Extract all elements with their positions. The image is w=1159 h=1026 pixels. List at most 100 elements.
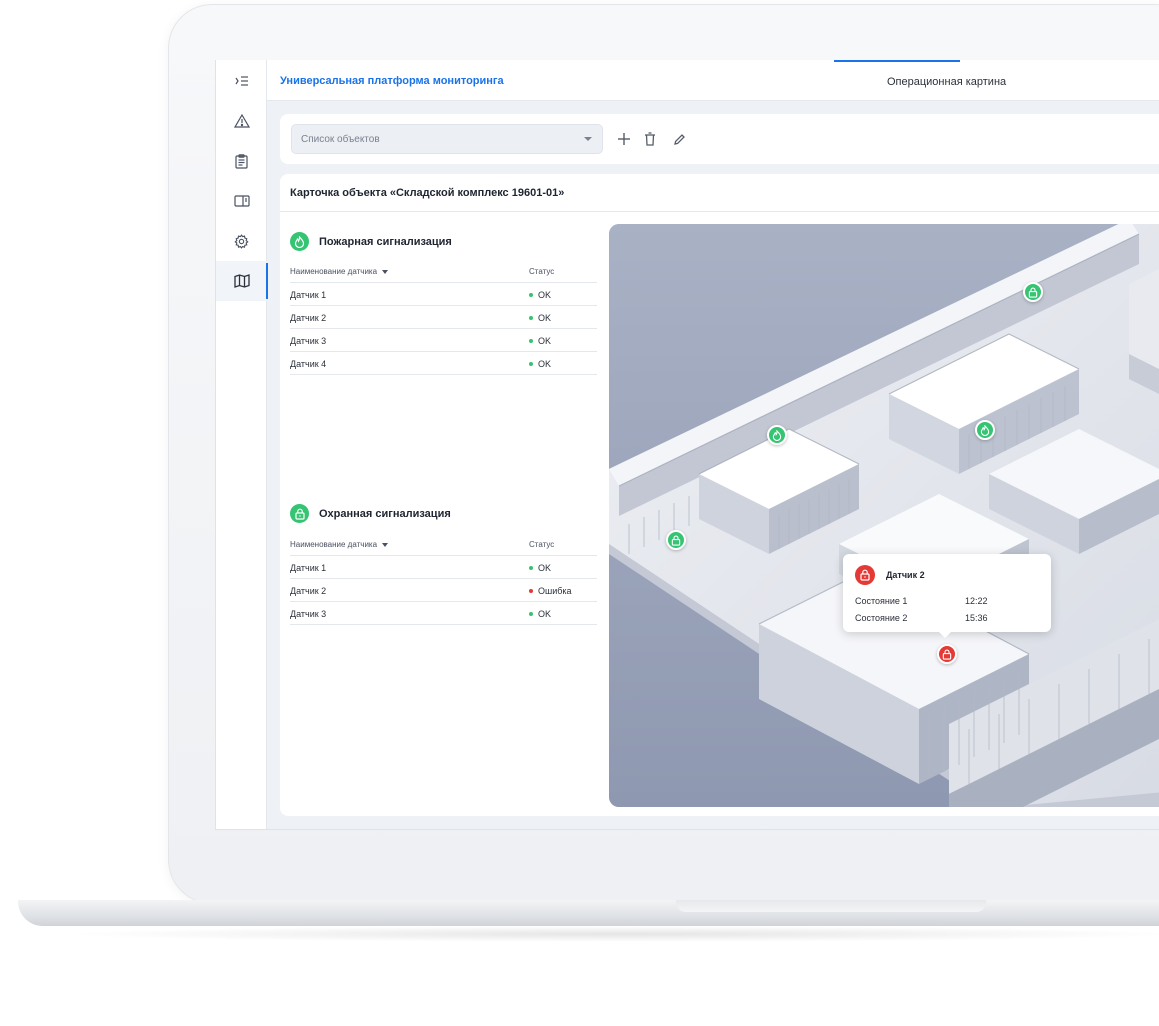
- status-text: OK: [538, 336, 552, 346]
- table-header: Наименование датчика Статус: [290, 259, 597, 283]
- sensor-name: Датчик 2: [290, 586, 327, 596]
- flame-icon: [1028, 287, 1038, 298]
- sensor-name: Датчик 2: [290, 313, 327, 323]
- fire-sensor-marker[interactable]: [975, 420, 995, 440]
- table-row[interactable]: Датчик 2 Ошибка: [290, 579, 597, 602]
- table-row[interactable]: Датчик 1 OK: [290, 283, 597, 306]
- chevron-down-icon: [584, 137, 592, 141]
- clipboard-icon: [235, 153, 248, 169]
- add-object-button[interactable]: [614, 129, 634, 149]
- panel-icon: [233, 195, 250, 207]
- sensor-name: Датчик 3: [290, 609, 327, 619]
- sidebar: [216, 60, 268, 829]
- sort-down-icon: [382, 542, 389, 547]
- flame-icon: [980, 424, 990, 436]
- security-alarm-title: Охранная сигнализация: [290, 504, 451, 523]
- table-row[interactable]: Датчик 3 OK: [290, 329, 597, 352]
- lock-icon: [855, 565, 875, 585]
- table-header: Наименование датчика Статус: [290, 532, 597, 556]
- toolbar: Список объектов: [280, 114, 1159, 164]
- pencil-icon: [673, 133, 685, 145]
- table-row[interactable]: Датчик 1 OK: [290, 556, 597, 579]
- object-list-select[interactable]: Список объектов: [291, 124, 603, 154]
- status-text: OK: [538, 290, 552, 300]
- fire-alarm-title: Пожарная сигнализация: [290, 232, 452, 251]
- laptop-base: [18, 900, 1159, 926]
- warning-icon: [233, 114, 250, 128]
- sort-by-name-header[interactable]: Наименование датчика: [290, 540, 389, 549]
- popup-row-value: 12:22: [965, 596, 988, 606]
- table-row[interactable]: Датчик 3 OK: [290, 602, 597, 625]
- fire-sensor-marker[interactable]: [767, 425, 787, 445]
- sensor-status: OK: [529, 359, 551, 369]
- sort-by-name-header[interactable]: Наименование датчика: [290, 267, 389, 276]
- laptop-notch: [676, 900, 986, 912]
- security-sensor-marker-error[interactable]: [937, 644, 957, 664]
- security-sensors-table: Наименование датчика Статус Датчик 1 OK Д…: [290, 532, 597, 625]
- popup-row: Состояние 1 12:22: [855, 596, 988, 606]
- popup-header: Датчик 2: [855, 565, 925, 585]
- fire-alarm-label: Пожарная сигнализация: [319, 235, 452, 248]
- flame-icon: [772, 429, 782, 441]
- table-row[interactable]: Датчик 4 OK: [290, 352, 597, 375]
- sensor-status: OK: [529, 313, 551, 323]
- object-card: Карточка объекта «Складской комплекс 196…: [280, 174, 1159, 816]
- sensor-name: Датчик 3: [290, 336, 327, 346]
- status-ok-icon: [529, 316, 533, 320]
- sensor-status: OK: [529, 609, 551, 619]
- sensor-status: OK: [529, 563, 551, 573]
- flame-icon: [290, 232, 309, 251]
- fire-sensors-table: Наименование датчика Статус Датчик 1 OK Д…: [290, 259, 597, 375]
- sensor-status: OK: [529, 290, 551, 300]
- status-text: OK: [538, 359, 552, 369]
- sidebar-toggle-button[interactable]: [216, 61, 267, 101]
- table-row[interactable]: Датчик 2 OK: [290, 306, 597, 329]
- status-ok-icon: [529, 566, 533, 570]
- trash-icon: [645, 132, 655, 146]
- map-icon: [233, 274, 250, 288]
- column-status-label: Статус: [529, 540, 555, 549]
- sidebar-item-map[interactable]: [216, 261, 268, 301]
- status-text: OK: [538, 563, 552, 573]
- laptop-shadow: [60, 926, 1159, 942]
- popup-row-label: Состояние 1: [855, 596, 908, 606]
- status-ok-icon: [529, 362, 533, 366]
- card-title: Карточка объекта «Складской комплекс 196…: [290, 187, 565, 199]
- sidebar-item-settings[interactable]: [216, 221, 267, 261]
- object-list-placeholder: Список объектов: [301, 134, 380, 145]
- column-status-label: Статус: [529, 267, 555, 276]
- lock-icon: [671, 535, 681, 546]
- warehouse-render: [609, 224, 1159, 807]
- sidebar-item-panels[interactable]: [216, 181, 267, 221]
- app-title[interactable]: Универсальная платформа мониторинга: [280, 75, 504, 87]
- popup-row-label: Состояние 2: [855, 613, 908, 623]
- plus-icon: [618, 133, 630, 145]
- menu-collapse-icon: [235, 76, 248, 86]
- sidebar-item-reports[interactable]: [216, 141, 267, 181]
- sensor-name: Датчик 4: [290, 359, 327, 369]
- security-alarm-label: Охранная сигнализация: [319, 507, 451, 520]
- delete-object-button[interactable]: [640, 129, 660, 149]
- status-error-icon: [529, 589, 533, 593]
- edit-object-button[interactable]: [669, 129, 689, 149]
- status-ok-icon: [529, 339, 533, 343]
- card-header: Карточка объекта «Складской комплекс 196…: [280, 174, 1159, 212]
- sensor-status: OK: [529, 336, 551, 346]
- tab-operational-picture[interactable]: Операционная картина: [887, 76, 1006, 88]
- warehouse-map[interactable]: Датчик 2 Состояние 1 12:22 Состояние 2 1…: [609, 224, 1159, 807]
- status-text: OK: [538, 313, 552, 323]
- sensor-status: Ошибка: [529, 586, 572, 596]
- column-name-label: Наименование датчика: [290, 540, 378, 549]
- sidebar-item-alerts[interactable]: [216, 101, 267, 141]
- security-sensor-marker[interactable]: [666, 530, 686, 550]
- status-text: OK: [538, 609, 552, 619]
- popup-title: Датчик 2: [886, 570, 925, 580]
- popup-row: Состояние 2 15:36: [855, 613, 988, 623]
- fire-sensor-marker[interactable]: [1023, 282, 1043, 302]
- popup-row-value: 15:36: [965, 613, 988, 623]
- gear-icon: [234, 233, 249, 249]
- sensor-popup: Датчик 2 Состояние 1 12:22 Состояние 2 1…: [843, 554, 1051, 638]
- active-tab-indicator: [834, 60, 960, 62]
- screen: Универсальная платформа мониторинга Опер…: [215, 60, 1159, 830]
- lock-icon: [942, 649, 952, 660]
